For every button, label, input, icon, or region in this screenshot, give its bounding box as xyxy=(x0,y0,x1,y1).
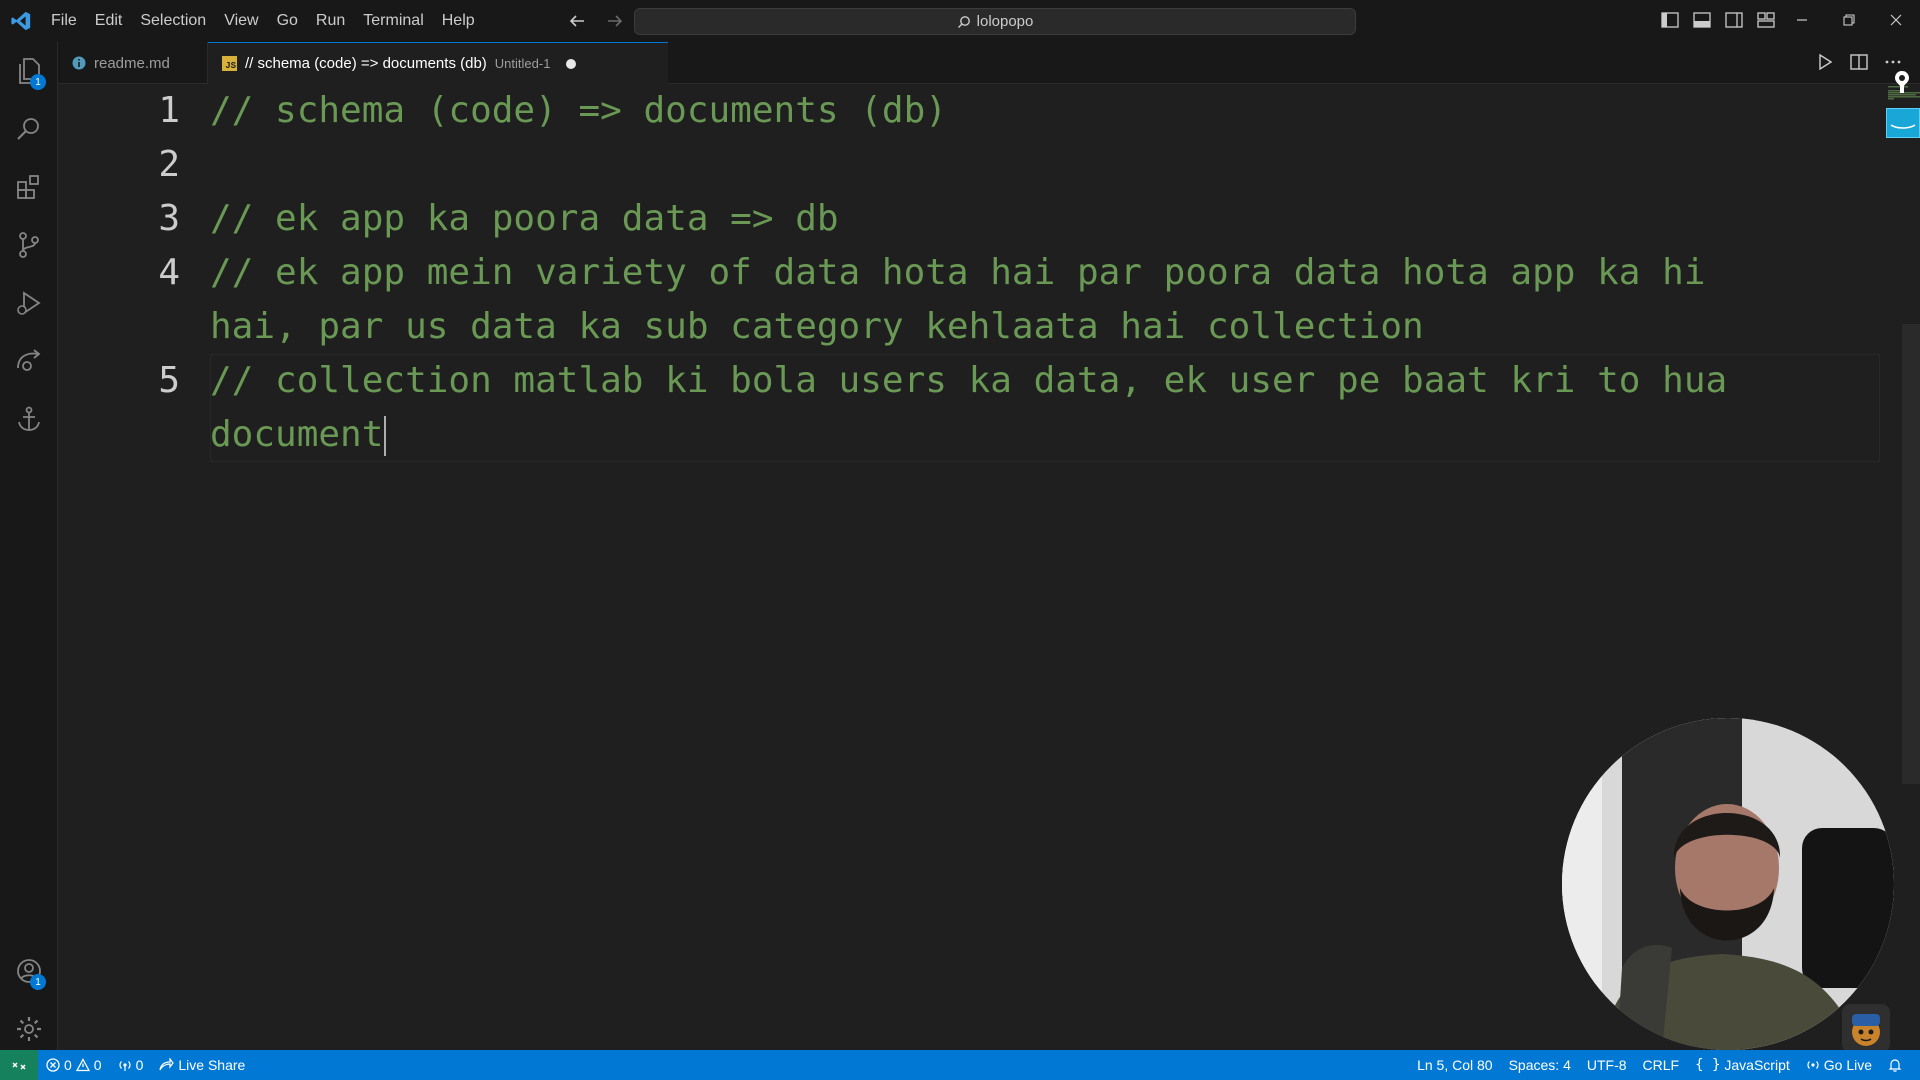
pin-icon[interactable] xyxy=(1888,68,1916,96)
menu-run[interactable]: Run xyxy=(307,0,354,42)
extensions-icon[interactable] xyxy=(0,158,58,216)
accounts-badge: 1 xyxy=(30,974,46,990)
ports-count: 0 xyxy=(135,1057,144,1073)
warning-icon xyxy=(75,1058,90,1072)
code-line[interactable]: // ek app mein variety of data hota hai … xyxy=(210,246,1706,300)
line-number: 2 xyxy=(158,144,180,185)
broadcast-icon xyxy=(118,1058,132,1072)
code-line-wrapped[interactable]: hai, par us data ka sub category kehlaat… xyxy=(210,300,1424,354)
problems-indicator[interactable]: 0 0 xyxy=(38,1050,110,1080)
accounts-icon[interactable]: 1 xyxy=(0,942,58,1000)
cursor-position[interactable]: Ln 5, Col 80 xyxy=(1409,1050,1501,1080)
ports-indicator[interactable]: 0 xyxy=(110,1050,152,1080)
menu-file[interactable]: File xyxy=(42,0,86,42)
go-live-label: Go Live xyxy=(1823,1057,1872,1073)
indentation-setting[interactable]: Spaces: 4 xyxy=(1501,1050,1579,1080)
code-line[interactable]: // ek app ka poora data => db xyxy=(210,192,839,246)
toggle-primary-sidebar-icon[interactable] xyxy=(1660,10,1680,30)
mascot-avatar-icon xyxy=(1842,1004,1890,1052)
remote-indicator-icon[interactable] xyxy=(0,1050,38,1080)
vertical-scrollbar[interactable] xyxy=(1902,324,1920,784)
menu-go[interactable]: Go xyxy=(268,0,307,42)
search-icon xyxy=(957,15,971,29)
go-live-icon xyxy=(1806,1058,1820,1072)
notifications-bell-icon[interactable] xyxy=(1880,1050,1910,1080)
run-debug-icon[interactable] xyxy=(0,274,58,332)
close-icon[interactable] xyxy=(1872,0,1919,40)
line-number: 3 xyxy=(158,198,180,239)
language-mode[interactable]: { } JavaScript xyxy=(1687,1050,1798,1080)
command-center-label: lolopopo xyxy=(976,13,1034,30)
customize-layout-icon[interactable] xyxy=(1756,10,1776,30)
toggle-panel-icon[interactable] xyxy=(1692,10,1712,30)
activity-bar: 1 1 xyxy=(0,42,58,1050)
live-share-icon xyxy=(159,1058,175,1072)
split-editor-icon[interactable] xyxy=(1850,52,1868,72)
go-live-button[interactable]: Go Live xyxy=(1798,1050,1880,1080)
tab-label: readme.md xyxy=(94,54,170,72)
remote-explorer-icon[interactable] xyxy=(0,332,58,390)
tab-untitled-1[interactable]: JS // schema (code) => documents (db) Un… xyxy=(208,42,668,84)
line-number: 5 xyxy=(158,360,180,401)
line-number: 4 xyxy=(158,252,180,293)
menu-edit[interactable]: Edit xyxy=(86,0,132,42)
unsaved-dot-icon[interactable] xyxy=(566,58,577,69)
live-share-label: Live Share xyxy=(178,1057,246,1073)
vscode-logo-icon xyxy=(0,0,42,42)
extension-panel-icon[interactable] xyxy=(1886,108,1920,138)
menu-help[interactable]: Help xyxy=(433,0,484,42)
anchor-icon[interactable] xyxy=(0,390,58,448)
tab-bar: readme.md JS // schema (code) => documen… xyxy=(58,42,1920,84)
command-center-search[interactable]: lolopopo xyxy=(634,8,1356,35)
status-bar: 0 0 0 Live Share Ln 5, Col 80 Spaces: 4 … xyxy=(0,1050,1920,1080)
run-file-icon[interactable] xyxy=(1816,52,1834,72)
live-share-button[interactable]: Live Share xyxy=(151,1050,253,1080)
restore-icon[interactable] xyxy=(1825,0,1872,40)
code-line-wrapped-current[interactable]: document xyxy=(210,408,387,462)
tab-description: Untitled-1 xyxy=(494,56,551,71)
title-bar: File Edit Selection View Go Run Terminal… xyxy=(0,0,1920,42)
menu-terminal[interactable]: Terminal xyxy=(354,0,432,42)
menu-selection[interactable]: Selection xyxy=(131,0,215,42)
code-line[interactable]: // collection matlab ki bola users ka da… xyxy=(210,354,1727,408)
forward-arrow-icon[interactable] xyxy=(603,8,627,34)
tab-label: // schema (code) => documents (db) xyxy=(245,55,487,72)
text-cursor xyxy=(384,416,387,456)
error-icon xyxy=(46,1058,60,1072)
webcam-overlay-image xyxy=(1562,718,1894,1050)
source-control-icon[interactable] xyxy=(0,216,58,274)
menu-bar: File Edit Selection View Go Run Terminal… xyxy=(42,0,484,42)
info-icon xyxy=(72,56,86,70)
eol-setting[interactable]: CRLF xyxy=(1635,1050,1688,1080)
encoding-setting[interactable]: UTF-8 xyxy=(1579,1050,1635,1080)
minimize-icon[interactable] xyxy=(1778,0,1825,40)
search-view-icon[interactable] xyxy=(0,100,58,158)
menu-view[interactable]: View xyxy=(215,0,267,42)
code-line-text: document xyxy=(210,414,384,455)
js-file-icon: JS xyxy=(222,56,237,71)
explorer-badge: 1 xyxy=(30,74,46,90)
language-label: JavaScript xyxy=(1724,1057,1790,1073)
line-number: 1 xyxy=(158,90,180,131)
tab-readme[interactable]: readme.md xyxy=(58,42,208,84)
code-line[interactable]: // schema (code) => documents (db) xyxy=(210,84,947,138)
toggle-secondary-sidebar-icon[interactable] xyxy=(1724,10,1744,30)
explorer-icon[interactable]: 1 xyxy=(0,42,58,100)
warning-count: 0 xyxy=(93,1057,102,1073)
error-count: 0 xyxy=(64,1057,72,1073)
braces-icon: { } xyxy=(1695,1057,1721,1073)
back-arrow-icon[interactable] xyxy=(565,8,589,34)
